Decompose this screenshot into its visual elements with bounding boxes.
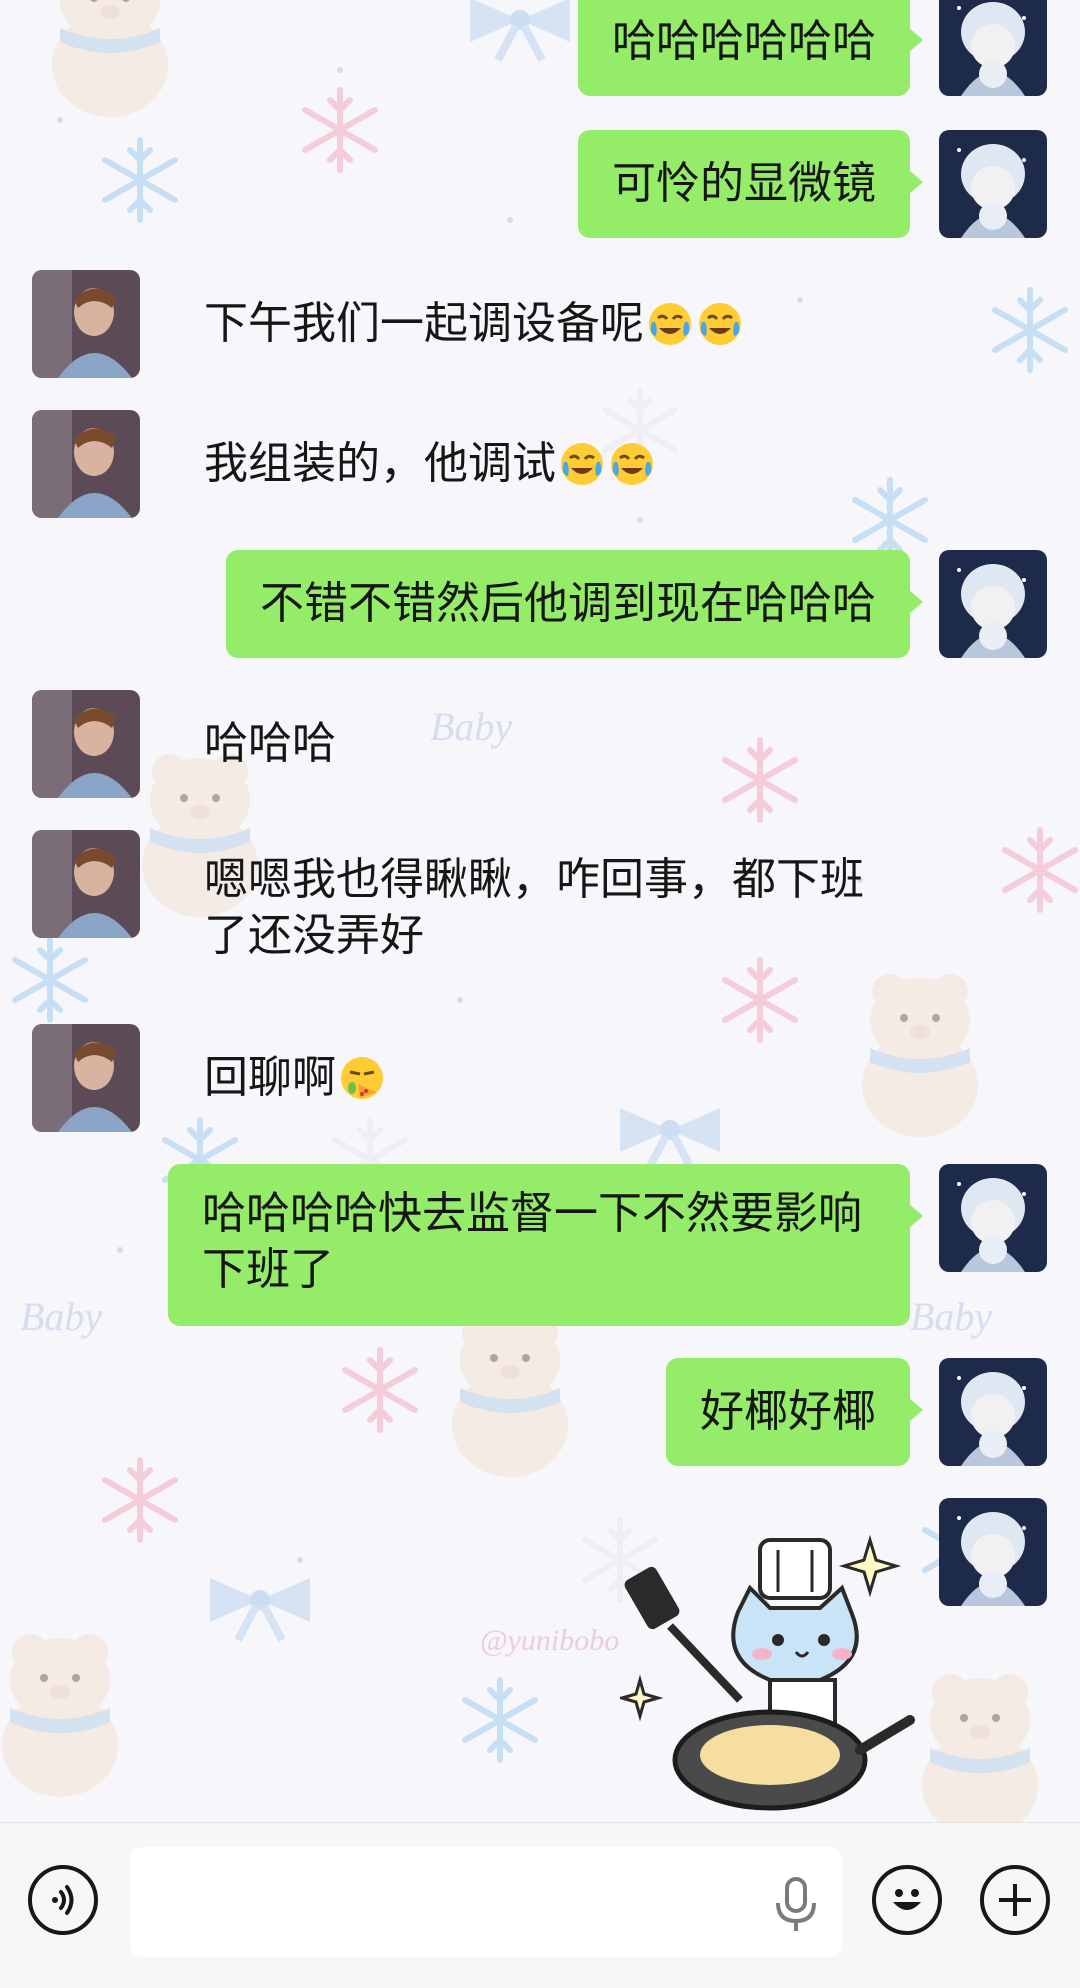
message-text: 嗯嗯我也得瞅瞅，咋回事，都下班了还没弄好	[204, 854, 864, 961]
message-bubble[interactable]: 不错不错然后他调到现在哈哈哈	[226, 550, 923, 658]
message-bubble[interactable]: 哈哈哈哈快去监督一下不然要影响下班了	[168, 1164, 923, 1326]
message-bubble[interactable]: 哈哈哈	[170, 690, 370, 798]
message-bubble[interactable]: 嗯嗯我也得瞅瞅，咋回事，都下班了还没弄好	[170, 830, 930, 990]
message-text: 不错不错然后他调到现在哈哈哈	[260, 578, 876, 629]
svg-text:Baby: Baby	[430, 704, 512, 749]
message-text: 好椰好椰	[700, 1386, 876, 1437]
input-bar	[0, 1822, 1080, 1988]
message-bubble[interactable]: 下午我们一起调设备呢	[170, 270, 778, 378]
message-text: 可怜的显微镜	[612, 158, 876, 209]
contact-avatar[interactable]	[32, 1024, 140, 1132]
message-text: 回聊啊	[204, 1052, 336, 1103]
message-text: 下午我们一起调设备呢	[204, 298, 644, 349]
tears-of-joy-emoji-icon	[649, 303, 691, 345]
self-avatar[interactable]	[939, 1164, 1047, 1272]
message-input[interactable]	[130, 1847, 842, 1957]
svg-text:Baby: Baby	[910, 1294, 992, 1339]
chat-screen: Baby Baby Baby @yunibobo 哈哈哈哈哈哈 可怜的显微镜 下…	[0, 0, 1080, 1988]
tears-of-joy-emoji-icon	[611, 443, 653, 485]
svg-text:@yunibobo: @yunibobo	[480, 1624, 619, 1657]
message-text: 我组装的，他调试	[204, 438, 556, 489]
svg-text:Baby: Baby	[20, 1294, 102, 1339]
message-bubble[interactable]: 哈哈哈哈哈哈	[578, 0, 923, 96]
self-avatar[interactable]	[939, 0, 1047, 96]
contact-avatar[interactable]	[32, 270, 140, 378]
contact-avatar[interactable]	[32, 410, 140, 518]
message-bubble[interactable]: 可怜的显微镜	[578, 130, 923, 238]
self-avatar[interactable]	[939, 550, 1047, 658]
message-text: 哈哈哈哈快去监督一下不然要影响下班了	[202, 1188, 862, 1295]
drooling-emoji-icon	[341, 1057, 383, 1099]
message-bubble[interactable]: 好椰好椰	[666, 1358, 923, 1466]
plus-icon[interactable]	[980, 1865, 1050, 1935]
self-avatar[interactable]	[939, 1498, 1047, 1606]
self-avatar[interactable]	[939, 1358, 1047, 1466]
tears-of-joy-emoji-icon	[561, 443, 603, 485]
cat-chef-sticker[interactable]	[620, 1530, 920, 1820]
tears-of-joy-emoji-icon	[699, 303, 741, 345]
message-text: 哈哈哈哈哈哈	[612, 16, 876, 67]
voice-icon[interactable]	[28, 1865, 98, 1935]
emoji-icon[interactable]	[872, 1865, 942, 1935]
message-bubble[interactable]: 我组装的，他调试	[170, 410, 690, 518]
message-text: 哈哈哈	[204, 718, 336, 769]
contact-avatar[interactable]	[32, 830, 140, 938]
self-avatar[interactable]	[939, 130, 1047, 238]
microphone-icon[interactable]	[774, 1877, 818, 1933]
contact-avatar[interactable]	[32, 690, 140, 798]
message-bubble[interactable]: 回聊啊	[170, 1024, 420, 1132]
